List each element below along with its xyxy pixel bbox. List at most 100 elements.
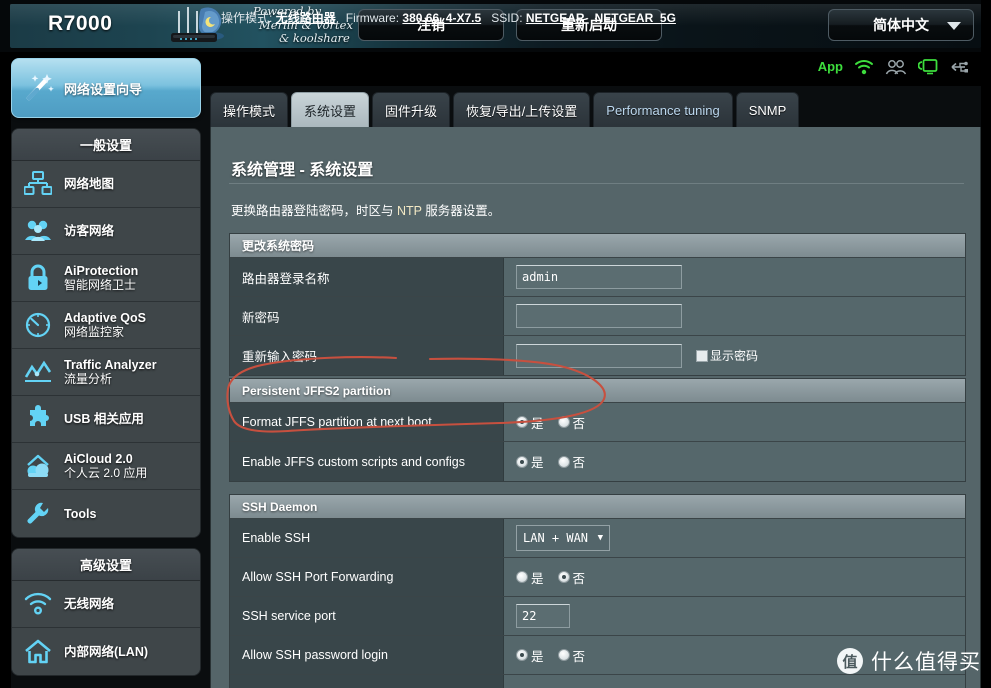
enable-ssh-select[interactable]: LAN + WAN ▼ [516,525,610,551]
firmware-version[interactable]: 380.66_4-X7.5 [402,11,481,25]
sidebar-item-network-map[interactable]: 网络地图 [12,161,200,208]
sidebar-item-wireless[interactable]: 无线网络 [12,581,200,628]
sidebar-item-adaptive-qos[interactable]: Adaptive QoS 网络监控家 [12,302,200,349]
radio-ssh-forward-no[interactable]: 否 [557,568,586,587]
radio-on-icon[interactable] [516,455,528,468]
radio-off-icon[interactable] [557,455,570,468]
sidebar-label-lan: 内部网络(LAN) [64,644,149,659]
wifi-icon[interactable] [854,59,874,75]
router-login-name-input[interactable] [516,265,682,289]
magic-wand-icon [12,71,64,105]
usb-icon[interactable] [949,60,969,74]
radio-jffs-scripts-no[interactable]: 否 [557,452,586,471]
sidebar-advanced-block: 高级设置 无线网络 内部网络(LAN) [11,548,201,676]
tab-firmware-upgrade[interactable]: 固件升级 [372,92,451,128]
radio-format-jffs-no[interactable]: 否 [557,413,585,432]
top-header-bar: R7000 Powered by Merlin & Vortex & kools… [0,0,991,52]
language-selector[interactable]: 简体中文 [828,9,974,41]
radio-jffs-scripts-yes[interactable]: 是 [516,452,544,471]
sidebar: 网络设置向导 一般设置 网络地图 访客网络 AiProtection 智能网络卫… [11,58,201,676]
tab-operation-mode[interactable]: 操作模式 [210,92,289,128]
status-icon-tray: App [818,58,969,75]
sidebar-item-traffic-analyzer[interactable]: Traffic Analyzer 流量分析 [12,349,200,396]
row-enable-ssh: Enable SSH LAN + WAN ▼ [230,519,965,558]
ssid-5g[interactable]: NETGEAR_5G [595,11,676,25]
sidebar-item-tools[interactable]: Tools [12,490,200,537]
lock-shield-icon [12,264,64,292]
enable-ssh-selected-value: LAN + WAN [523,531,589,545]
desc-ntp: NTP [396,204,422,218]
label-format-jffs: Format JFFS partition at next boot [230,403,504,441]
radio-on-icon[interactable] [516,649,528,661]
radio-label-yes: 是 [531,649,544,664]
radio-ssh-pwlogin-no[interactable]: 否 [557,646,586,665]
value-format-jffs: 是 否 [504,403,965,441]
ssid-24g[interactable]: NETGEAR [526,11,585,25]
sidebar-item-aiprotection[interactable]: AiProtection 智能网络卫士 [12,255,200,302]
show-password-label: 显示密码 [710,349,759,363]
language-label: 简体中文 [873,17,929,33]
radio-off-icon[interactable] [557,649,570,661]
powered-line-3: & koolshare [279,31,350,45]
wifi-signal-icon [12,592,64,616]
sidebar-label-aicloud: AiCloud 2.0 个人云 2.0 应用 [64,452,148,480]
tab-restore-save-upload[interactable]: 恢复/导出/上传设置 [453,92,591,128]
label-router-login-name: 路由器登录名称 [230,258,504,296]
radio-group-ssh-password-login: 是 否 [516,646,585,665]
section-ssh-daemon: SSH Daemon Enable SSH LAN + WAN ▼ Allow … [229,494,966,688]
ssh-service-port-input[interactable] [516,604,570,628]
new-password-input[interactable] [516,304,682,328]
checkbox-icon[interactable] [696,349,708,362]
value-ssh-password-login: 是 否 [504,636,965,674]
sidebar-item-setup-wizard[interactable]: 网络设置向导 [11,58,201,118]
guest-users-icon[interactable] [885,59,907,75]
radio-label-no: 否 [572,649,586,664]
sidebar-item-lan[interactable]: 内部网络(LAN) [12,628,200,675]
value-partial-next [504,675,965,688]
client-monitor-icon[interactable] [918,58,938,75]
radio-ssh-forward-yes[interactable]: 是 [516,568,544,587]
value-enable-jffs-scripts: 是 否 [504,442,965,481]
router-model-name: R7000 [48,12,113,35]
value-retype-password: 显示密码 [504,336,965,375]
operation-mode-value[interactable]: 无线路由器 [276,11,336,25]
sidebar-item-usb-application[interactable]: USB 相关应用 [12,396,200,443]
sidebar-item-aicloud[interactable]: AiCloud 2.0 个人云 2.0 应用 [12,443,200,490]
sidebar-label-adaptive-qos: Adaptive QoS 网络监控家 [64,311,146,339]
radio-on-icon[interactable] [557,571,570,583]
row-retype-password: 重新输入密码 显示密码 [230,336,965,375]
radio-off-icon[interactable] [557,416,570,428]
sidebar-item-guest-network[interactable]: 访客网络 [12,208,200,255]
page-title: 系统管理 - 系统设置 [231,162,374,179]
row-ssh-port-forwarding: Allow SSH Port Forwarding 是 否 [230,558,965,597]
sidebar-general-header: 一般设置 [12,129,200,161]
tab-performance-tuning[interactable]: Performance tuning [593,92,733,128]
chevron-down-icon [947,22,961,30]
radio-ssh-pwlogin-yes[interactable]: 是 [516,646,544,665]
retype-password-input[interactable] [516,343,682,368]
tab-system-settings[interactable]: 系统设置 [291,92,370,128]
sidebar-label-tools: Tools [64,506,97,521]
tab-bar: 操作模式 系统设置 固件升级 恢复/导出/上传设置 Performance tu… [210,91,800,128]
desc-pre: 更换路由器登陆密码，时区与 [231,204,397,218]
status-info: 操作模式: 无线路由器 Firmware: 380.66_4-X7.5 SSID… [221,9,676,26]
right-edge-frame [981,0,991,688]
sidebar-label-guest-network: 访客网络 [64,224,115,238]
show-password-toggle[interactable]: 显示密码 [696,347,758,364]
router-admin-ui: R7000 Powered by Merlin & Vortex & kools… [0,0,991,688]
radio-format-jffs-yes[interactable]: 是 [516,413,544,432]
radio-label-no: 否 [572,456,586,470]
radio-label-no: 否 [572,571,586,586]
sidebar-label-usb-application: USB 相关应用 [64,412,144,426]
radio-off-icon[interactable] [516,571,528,583]
sidebar-general-block: 一般设置 网络地图 访客网络 AiProtection 智能网络卫士 Adapt… [11,128,201,538]
page-description: 更换路由器登陆密码，时区与 NTP 服务器设置。 [231,200,500,219]
guest-network-icon [12,218,64,244]
sidebar-advanced-header: 高级设置 [12,549,200,581]
app-link[interactable]: App [818,59,843,74]
radio-on-icon[interactable] [516,416,528,428]
section-change-password: 更改系统密码 路由器登录名称 新密码 重新输入密码 [229,233,966,376]
label-ssh-service-port: SSH service port [230,597,504,635]
tab-snmp[interactable]: SNMP [735,92,800,128]
row-partial-next [230,675,965,688]
